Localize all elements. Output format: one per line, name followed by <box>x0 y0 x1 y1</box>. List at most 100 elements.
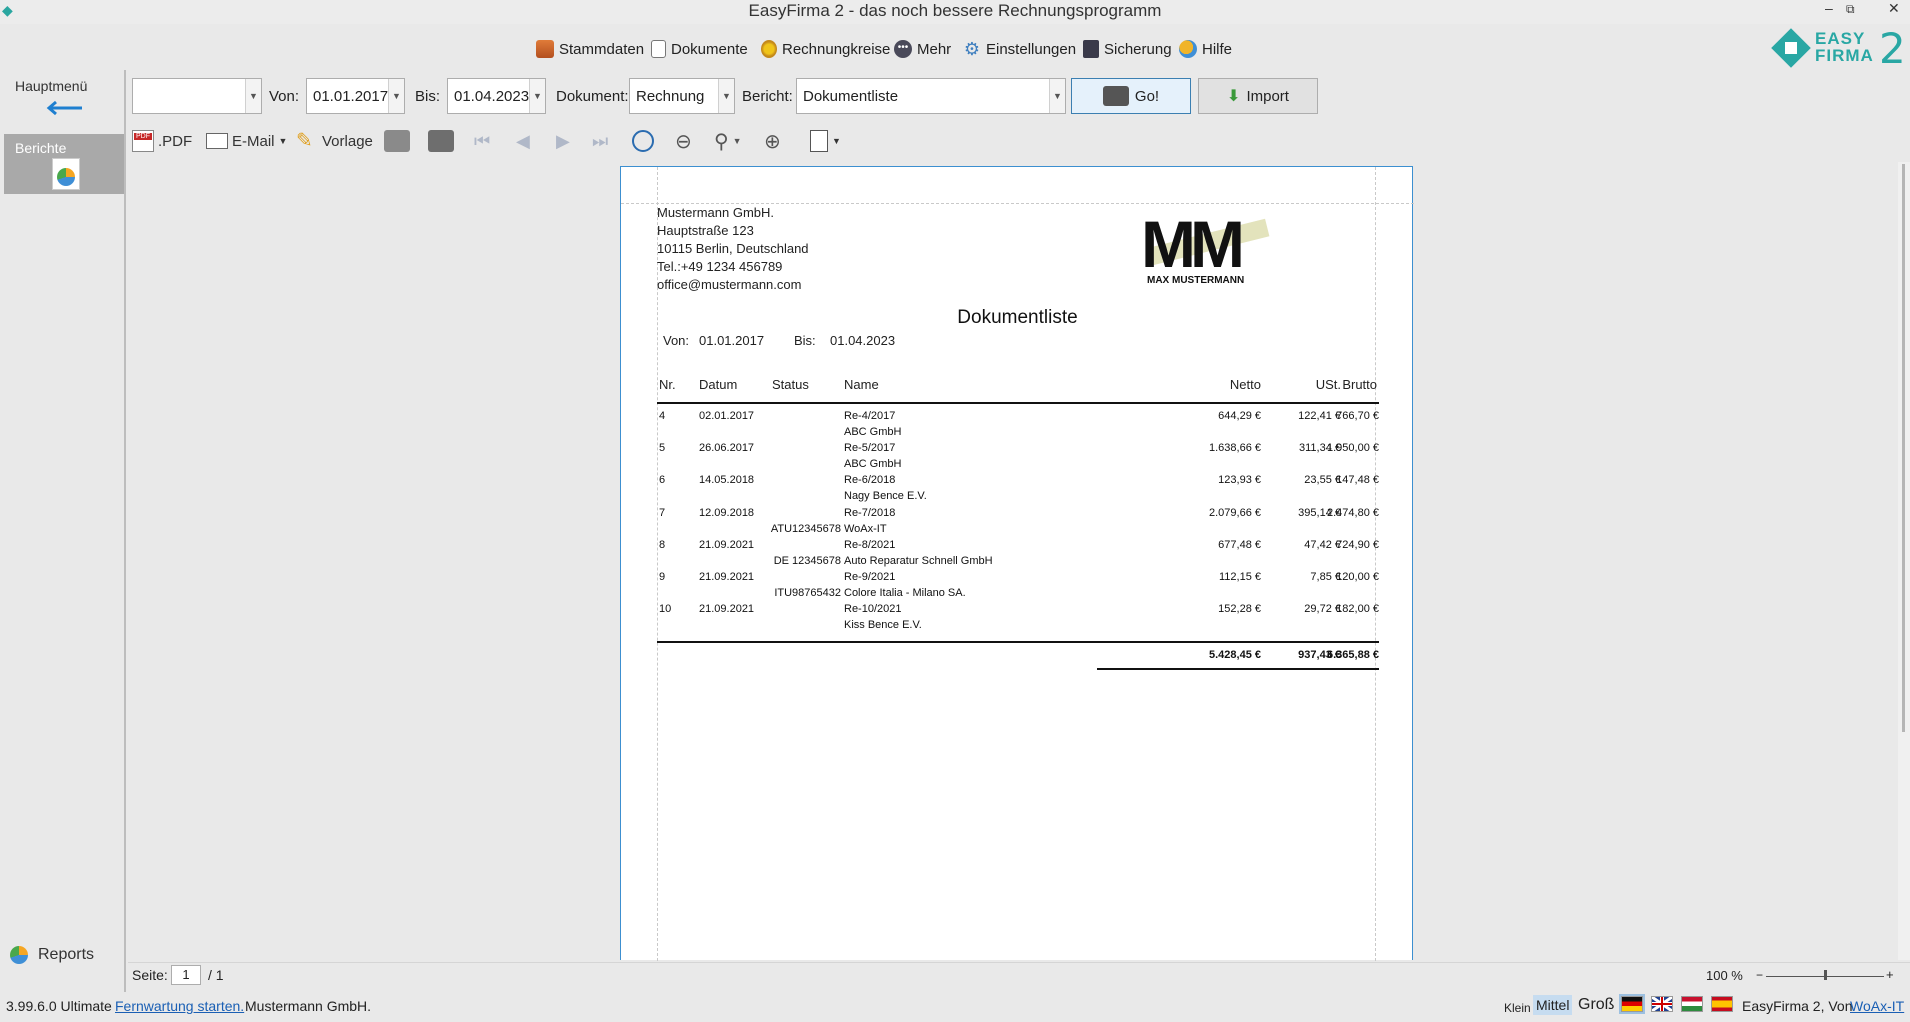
font-size-small[interactable]: Klein <box>1504 1001 1531 1015</box>
spanish-flag-icon[interactable] <box>1711 996 1733 1012</box>
print-setup-button[interactable] <box>384 128 410 154</box>
row-brutto: 724,90 € <box>1336 538 1379 551</box>
vertical-scrollbar[interactable] <box>1898 162 1910 960</box>
status-bar: 3.99.6.0 Ultimate Fernwartung starten. M… <box>0 992 1910 1022</box>
row-brutto: 766,70 € <box>1336 410 1379 422</box>
window-title: EasyFirma 2 - das noch bessere Rechnungs… <box>748 1 1162 20</box>
email-button[interactable]: E-Mail ▼ <box>206 128 287 154</box>
printer-icon <box>1102 86 1129 106</box>
row-customer: ABC GmbH <box>844 458 902 471</box>
reports-icon <box>8 944 30 966</box>
report-title: Dokumentliste <box>957 307 1078 328</box>
bis-date-picker[interactable]: 01.04.2023 ▼ <box>447 78 546 114</box>
menu-rechnungkreise[interactable]: Rechnungkreise <box>761 40 890 58</box>
zoom-slider[interactable]: − + <box>1756 967 1894 984</box>
chevron-down-icon: ▼ <box>732 136 742 146</box>
back-arrow-icon[interactable] <box>46 100 84 116</box>
remote-support-link[interactable]: Fernwartung starten. <box>115 998 244 1014</box>
floppy-icon <box>1083 40 1099 58</box>
chevron-down-icon: ▼ <box>245 79 261 113</box>
hungarian-flag-icon[interactable] <box>1681 996 1703 1012</box>
company-email: office@mustermann.com <box>657 277 802 292</box>
title-bar: ◆ EasyFirma 2 - das noch bessere Rechnun… <box>0 0 1910 24</box>
row-document-number: Re-5/2017 <box>844 442 896 455</box>
von-date-picker[interactable]: 01.01.2017 ▼ <box>306 78 405 114</box>
dokument-select[interactable]: Rechnung ▼ <box>629 78 735 114</box>
first-page-button[interactable]: ⏮ <box>474 128 490 154</box>
zoom-in-button[interactable]: ⊕ <box>764 128 781 154</box>
next-page-button[interactable]: ▶ <box>556 128 570 154</box>
scrollbar-thumb[interactable] <box>1902 164 1905 732</box>
menu-dokumente[interactable]: Dokumente <box>651 40 748 58</box>
menu-sicherung[interactable]: Sicherung <box>1083 40 1172 58</box>
row-nr: 5 <box>659 442 666 455</box>
cart-icon <box>536 40 554 58</box>
zoom-icon: ⚲ <box>714 130 729 153</box>
sidebar-item-berichte[interactable]: Berichte <box>4 134 124 194</box>
german-flag-icon[interactable] <box>1619 994 1645 1014</box>
row-status: ITU98765432 <box>774 587 841 599</box>
font-size-medium[interactable]: Mittel <box>1533 995 1573 1015</box>
row-nr: 7 <box>659 506 666 519</box>
font-size-large[interactable]: Groß <box>1578 996 1614 1014</box>
range-von-label: Von: <box>663 333 690 348</box>
row-customer: WoAx-IT <box>844 522 887 535</box>
bericht-select[interactable]: Dokumentliste ▼ <box>796 78 1066 114</box>
row-datum: 14.05.2018 <box>699 474 755 487</box>
menu-stammdaten[interactable]: Stammdaten <box>536 40 644 58</box>
menu-hilfe[interactable]: Hilfe <box>1179 40 1232 58</box>
total-brutto: 6.365,88 € <box>1327 649 1379 661</box>
bericht-label: Bericht: <box>742 88 793 105</box>
column-header-status: Status <box>772 377 809 392</box>
previous-page-button[interactable]: ◀ <box>516 128 530 154</box>
restore-button[interactable]: ⧉ <box>1846 2 1855 17</box>
more-icon: ••• <box>894 40 912 58</box>
zoom-minus-icon[interactable]: − <box>1756 968 1763 982</box>
chevron-down-icon: ▼ <box>388 79 404 113</box>
minimize-button[interactable]: – <box>1825 0 1833 16</box>
von-label: Von: <box>269 88 300 105</box>
row-datum: 21.09.2021 <box>699 538 755 551</box>
zoom-menu-button[interactable]: ⚲ ▼ <box>714 128 742 154</box>
go-button[interactable]: Go! <box>1071 78 1191 114</box>
download-icon: ⬇ <box>1227 88 1241 105</box>
page-number-input[interactable]: 1 <box>171 965 201 985</box>
row-datum: 12.09.2018 <box>699 506 755 519</box>
range-von-value: 01.01.2017 <box>699 333 765 348</box>
import-button[interactable]: ⬇ Import <box>1198 78 1318 114</box>
zoom-plus-icon[interactable]: + <box>1886 967 1894 982</box>
seite-label: Seite: <box>132 967 168 983</box>
menu-mehr[interactable]: ••• Mehr <box>894 40 951 58</box>
chevron-down-icon: ▼ <box>832 136 841 146</box>
export-button[interactable]: ▼ <box>810 128 841 154</box>
filter-select[interactable]: ▼ <box>132 78 262 114</box>
column-header-brutto: Brutto <box>1342 377 1377 392</box>
column-header-datum: Datum <box>699 377 738 392</box>
row-datum: 21.09.2021 <box>699 603 755 616</box>
vorlage-button[interactable]: ✎ Vorlage <box>296 128 373 154</box>
export-pdf-button[interactable]: PDF .PDF <box>132 128 192 154</box>
row-customer: ABC GmbH <box>844 426 902 438</box>
row-customer: Kiss Bence E.V. <box>844 619 922 632</box>
print-button[interactable] <box>428 128 454 154</box>
zoom-out-button[interactable]: ⊖ <box>675 128 692 154</box>
page-navigation-bar: Seite: 1 / 1 100 % − + <box>128 962 1910 988</box>
menu-einstellungen[interactable]: ⚙ Einstellungen <box>963 40 1076 58</box>
dokument-label: Dokument: <box>556 88 629 105</box>
filter-bar: ▼ Von: 01.01.2017 ▼ Bis: 01.04.2023 ▼ Do… <box>130 78 1330 116</box>
company-street: Hauptstraße 123 <box>657 223 754 238</box>
row-customer: Nagy Bence E.V. <box>844 490 927 503</box>
close-button[interactable]: ✕ <box>1888 0 1900 17</box>
navigate-button[interactable] <box>632 128 654 154</box>
row-document-number: Re-7/2018 <box>844 506 896 519</box>
row-customer: Auto Reparatur Schnell GmbH <box>844 554 993 567</box>
report-chart-icon <box>52 158 80 190</box>
row-datum: 26.06.2017 <box>699 442 755 455</box>
uk-flag-icon[interactable] <box>1651 995 1673 1013</box>
last-page-button[interactable]: ⏭ <box>592 128 608 154</box>
hauptmenu-label[interactable]: Hauptmenü <box>15 78 87 94</box>
zoom-slider-thumb[interactable] <box>1824 970 1827 980</box>
woax-link[interactable]: WoAx-IT <box>1850 998 1904 1014</box>
chevron-down-icon: ▼ <box>1049 79 1065 113</box>
sidebar-item-reports[interactable]: Reports <box>8 944 94 966</box>
